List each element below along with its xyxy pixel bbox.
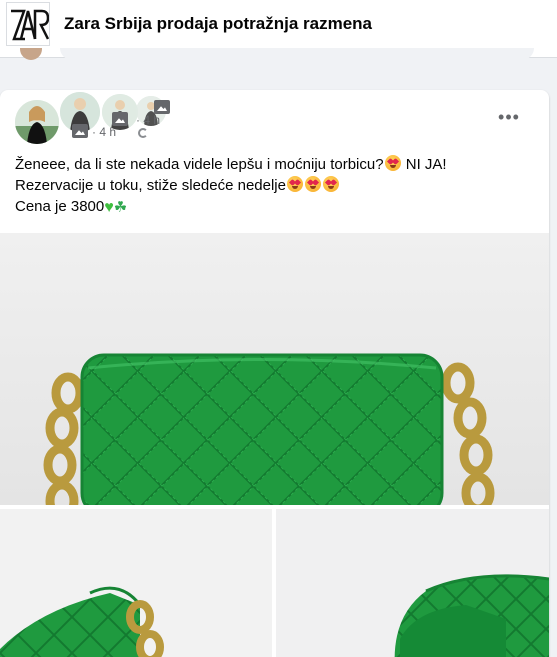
green-bag-detail-photo-icon: [0, 509, 272, 657]
post-timestamp[interactable]: · 4 h: [136, 113, 160, 127]
post-photo-chain-detail[interactable]: [0, 509, 272, 657]
post-text-segment: NI JA!: [401, 156, 447, 173]
heart-eyes-emoji-icon: [384, 155, 401, 171]
post-message: Ženeee, da li ste nekada videle lepšu i …: [15, 154, 535, 218]
group-title[interactable]: Zara Srbija prodaja potražnja razmena: [64, 14, 372, 34]
four-leaf-clover-emoji-icon: ☘: [113, 199, 128, 216]
post-text-line: Rezervacije u toku, stiže sledeće nedelj…: [15, 175, 535, 196]
audience-globe-icon[interactable]: [138, 128, 148, 138]
author-avatar[interactable]: [15, 100, 59, 144]
heart-eyes-emoji-icon: [286, 176, 303, 192]
post-photo-main[interactable]: [0, 233, 549, 505]
previous-post-composer: [12, 48, 534, 62]
group-logo[interactable]: [6, 2, 50, 46]
green-bag-photo-icon: [0, 233, 549, 505]
post-card: · 4 h · 4 h ••• Ženeee, da li ste nekada…: [0, 90, 549, 657]
post-text-segment: Ženeee, da li ste nekada videle lepšu i …: [15, 156, 384, 173]
photo-icon: [154, 100, 170, 114]
zara-logo-icon: [7, 3, 49, 45]
heart-eyes-emoji-icon: [304, 176, 321, 192]
photo-icon: [112, 112, 128, 126]
post-text-line: Cena je 3800♥☘: [15, 196, 535, 218]
previous-comment-bubble[interactable]: [60, 48, 534, 60]
photo-icon: [72, 124, 88, 138]
author-photo-icon: [15, 100, 59, 144]
post-timestamp[interactable]: · 4 h: [92, 125, 116, 139]
previous-avatar: [20, 48, 42, 60]
story-preview-cluster: · 4 h · 4 h: [56, 90, 186, 140]
green-heart-emoji-icon: ♥: [104, 199, 114, 216]
post-header: · 4 h · 4 h •••: [0, 90, 549, 152]
group-header: Zara Srbija prodaja potražnja razmena: [0, 0, 557, 60]
post-photo-bag-open[interactable]: [276, 509, 549, 657]
heart-eyes-emoji-icon: [322, 176, 339, 192]
more-options-button[interactable]: •••: [495, 108, 523, 130]
post-text-segment: Rezervacije u toku, stiže sledeće nedelj…: [15, 177, 286, 194]
post-text-line: Ženeee, da li ste nekada videle lepšu i …: [15, 154, 535, 175]
post-text-segment: Cena je 3800: [15, 198, 105, 215]
green-bag-open-photo-icon: [276, 509, 549, 657]
